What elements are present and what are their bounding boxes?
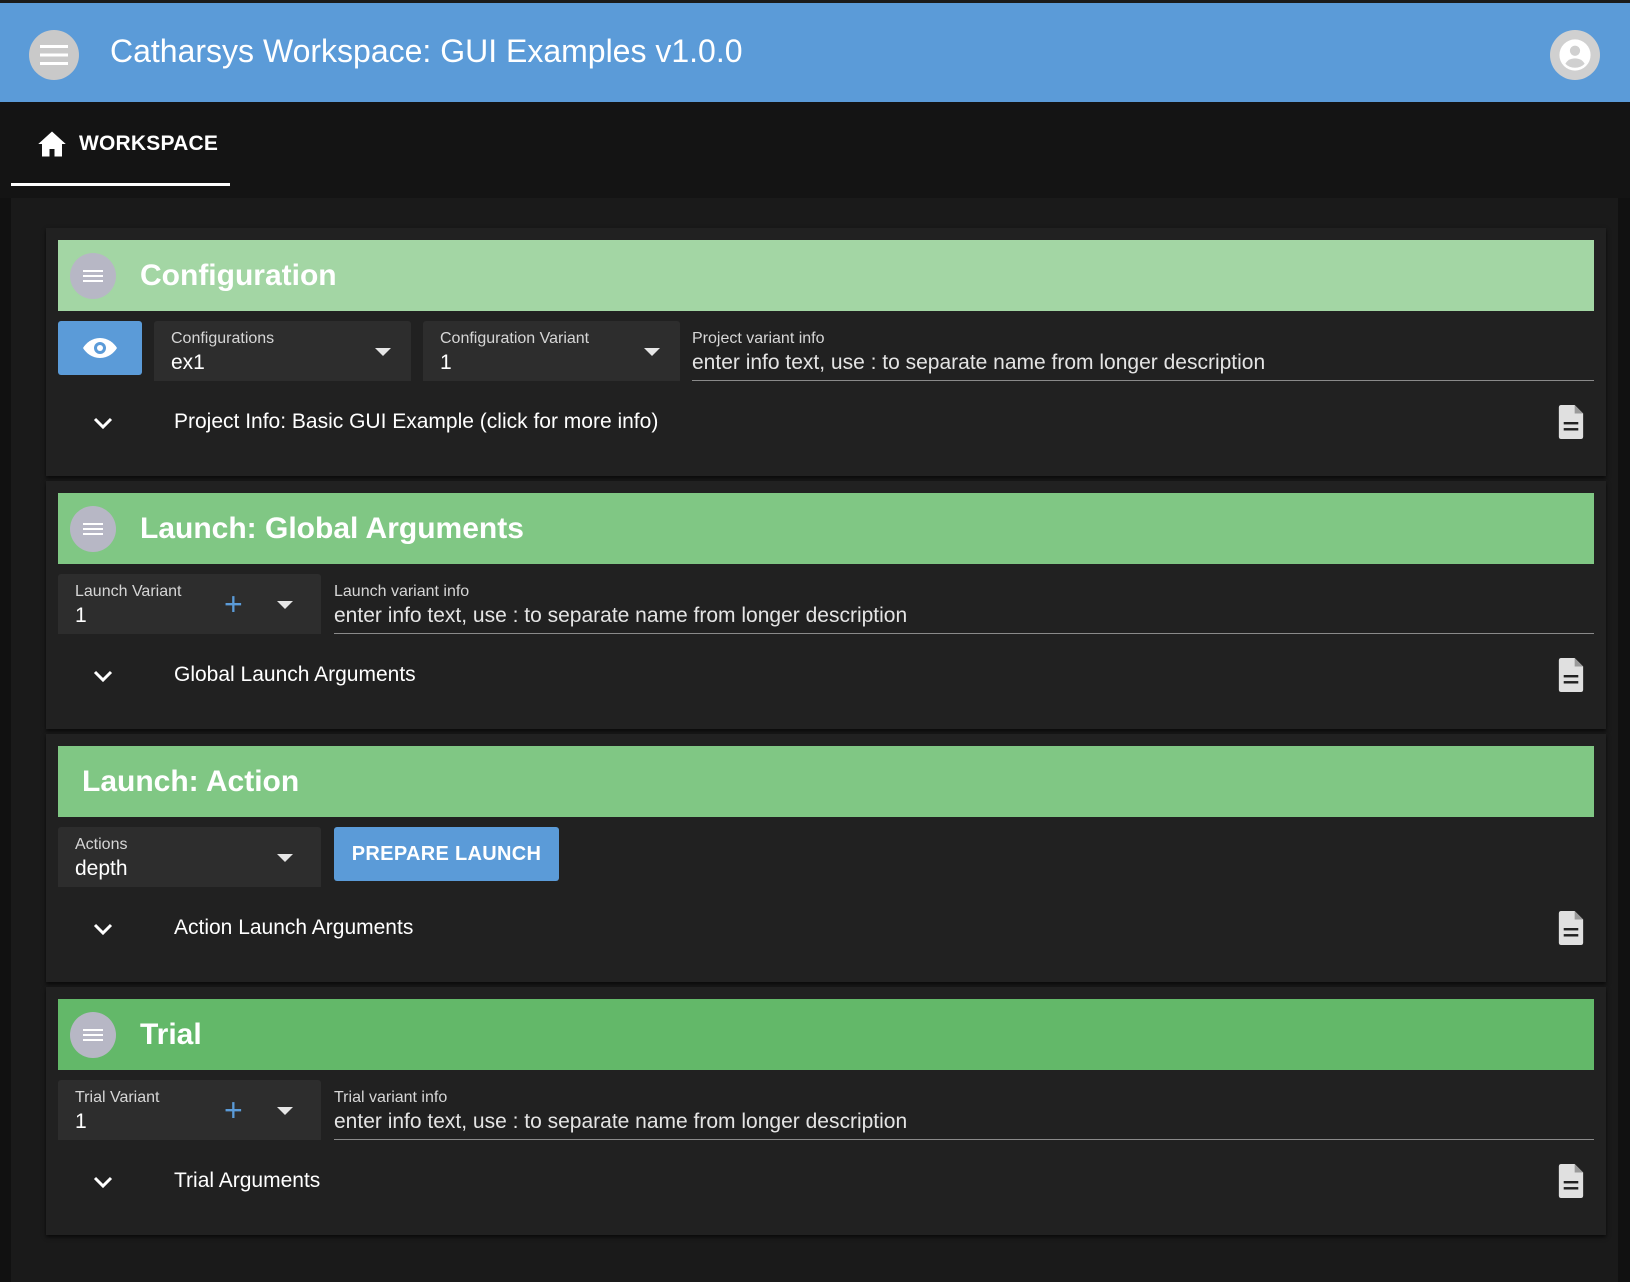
project-variant-info-label: Project variant info [692,330,825,347]
configuration-variant-label: Configuration Variant [440,330,590,347]
launch-variant-info-label: Launch variant info [334,583,470,600]
project-variant-info-value: enter info text, use : to separate name … [692,351,1266,374]
launch-action-card: Launch: Action Actions depth PREPARE LAU… [46,734,1606,982]
configuration-card: Configuration Configurations ex1 Configu… [46,228,1606,476]
launch-action-header: Launch: Action [58,746,1594,817]
configurations-value: ex1 [171,351,205,374]
eye-icon [83,338,117,358]
configuration-variant-select[interactable]: Configuration Variant 1 [423,321,680,381]
trial-card: Trial Trial Variant 1 + Trial variant in… [46,987,1606,1235]
tab-workspace[interactable]: WORKSPACE [11,102,230,186]
document-icon[interactable] [1556,911,1586,945]
action-launch-arguments-expander[interactable]: Action Launch Arguments [58,899,1594,959]
project-info-label: Project Info: Basic GUI Example (click f… [174,410,659,433]
global-launch-arguments-expander[interactable]: Global Launch Arguments [58,646,1594,706]
configurations-label: Configurations [171,330,275,347]
tab-bar: WORKSPACE [0,102,1630,198]
global-launch-arguments-label: Global Launch Arguments [174,663,416,686]
trial-arguments-label: Trial Arguments [174,1169,321,1192]
launch-action-title: Launch: Action [82,764,300,798]
chevron-down-icon [88,914,118,944]
chevron-down-icon [88,661,118,691]
actions-value: depth [75,857,128,880]
menu-icon [40,45,68,65]
chevron-down-icon [88,1167,118,1197]
trial-variant-info-label: Trial variant info [334,1089,448,1106]
chevron-down-icon [88,408,118,438]
menu-button[interactable] [29,30,79,80]
launch-global-card: Launch: Global Arguments Launch Variant … [46,481,1606,729]
add-icon[interactable]: + [224,588,243,620]
tab-workspace-label: WORKSPACE [79,132,219,155]
drag-handle-button[interactable] [70,1011,116,1058]
trial-variant-label: Trial Variant [75,1089,160,1106]
launch-variant-select[interactable]: Launch Variant 1 + [58,574,321,634]
workspace-area: Configuration Configurations ex1 Configu… [11,198,1618,1282]
document-icon[interactable] [1556,1164,1586,1198]
chevron-down-icon [375,348,391,356]
configurations-select[interactable]: Configurations ex1 [154,321,411,381]
trial-header: Trial [58,999,1594,1070]
project-info-expander[interactable]: Project Info: Basic GUI Example (click f… [58,393,1594,453]
chevron-down-icon [277,601,293,609]
home-icon [38,131,66,157]
actions-select[interactable]: Actions depth [58,827,321,887]
launch-variant-info-field[interactable]: Launch variant info enter info text, use… [334,574,1594,634]
trial-arguments-expander[interactable]: Trial Arguments [58,1152,1594,1212]
trial-variant-select[interactable]: Trial Variant 1 + [58,1080,321,1140]
document-icon[interactable] [1556,658,1586,692]
launch-variant-value: 1 [75,604,87,627]
drag-handle-button[interactable] [70,252,116,299]
app-bar: Catharsys Workspace: GUI Examples v1.0.0 [0,0,1630,102]
trial-variant-info-value: enter info text, use : to separate name … [334,1110,908,1133]
view-button[interactable] [58,321,142,375]
trial-variant-value: 1 [75,1110,87,1133]
trial-title: Trial [140,1017,202,1051]
account-button[interactable] [1550,30,1600,80]
prepare-launch-button[interactable]: PREPARE LAUNCH [334,827,559,881]
add-icon[interactable]: + [224,1094,243,1126]
action-launch-arguments-label: Action Launch Arguments [174,916,414,939]
configuration-title: Configuration [140,258,337,292]
actions-label: Actions [75,836,128,853]
configuration-variant-value: 1 [440,351,452,374]
chevron-down-icon [277,1107,293,1115]
configuration-header: Configuration [58,240,1594,311]
chevron-down-icon [644,348,660,356]
launch-variant-info-value: enter info text, use : to separate name … [334,604,908,627]
chevron-down-icon [277,854,293,862]
launch-global-header: Launch: Global Arguments [58,493,1594,564]
launch-global-title: Launch: Global Arguments [140,511,524,545]
trial-variant-info-field[interactable]: Trial variant info enter info text, use … [334,1080,1594,1140]
document-icon[interactable] [1556,405,1586,439]
drag-handle-icon [83,269,103,282]
drag-handle-icon [83,522,103,535]
project-variant-info-field[interactable]: Project variant info enter info text, us… [692,321,1594,381]
account-circle-icon [1559,39,1591,71]
drag-handle-icon [83,1028,103,1041]
app-title: Catharsys Workspace: GUI Examples v1.0.0 [110,33,743,69]
launch-variant-label: Launch Variant [75,583,182,600]
drag-handle-button[interactable] [70,505,116,552]
tab-indicator [11,183,230,186]
